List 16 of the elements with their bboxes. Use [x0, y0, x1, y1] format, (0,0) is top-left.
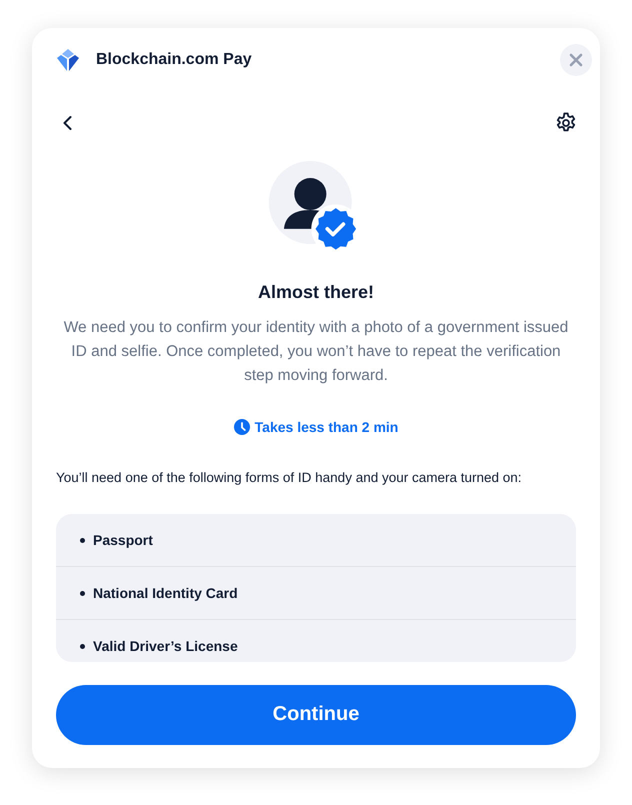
instruction-text: You’ll need one of the following forms of ID handy and your camera turned on: [56, 469, 523, 488]
id-form-label: National Identity Card [93, 585, 238, 602]
id-form-label: Valid Driver’s License [93, 638, 238, 654]
heading: Almost there! [256, 280, 375, 303]
close-button[interactable] [560, 44, 592, 76]
bullet-icon [80, 644, 85, 649]
description-text: We need you to confirm your identity with a photo of a government issued ID and selfie. Once completed, you won’t have to repeat the verification step moving forward. [62, 318, 570, 386]
clock-icon [234, 418, 250, 435]
duration-label: Takes less than 2 min [254, 418, 398, 435]
bullet-icon [80, 590, 85, 596]
id-form-label: Passport [93, 532, 153, 548]
close-icon [569, 53, 583, 67]
continue-button[interactable]: Continue [56, 684, 576, 745]
cube-logo-icon [56, 48, 80, 72]
bullet-icon [80, 538, 85, 543]
app-title: Blockchain.com Pay [96, 51, 253, 69]
